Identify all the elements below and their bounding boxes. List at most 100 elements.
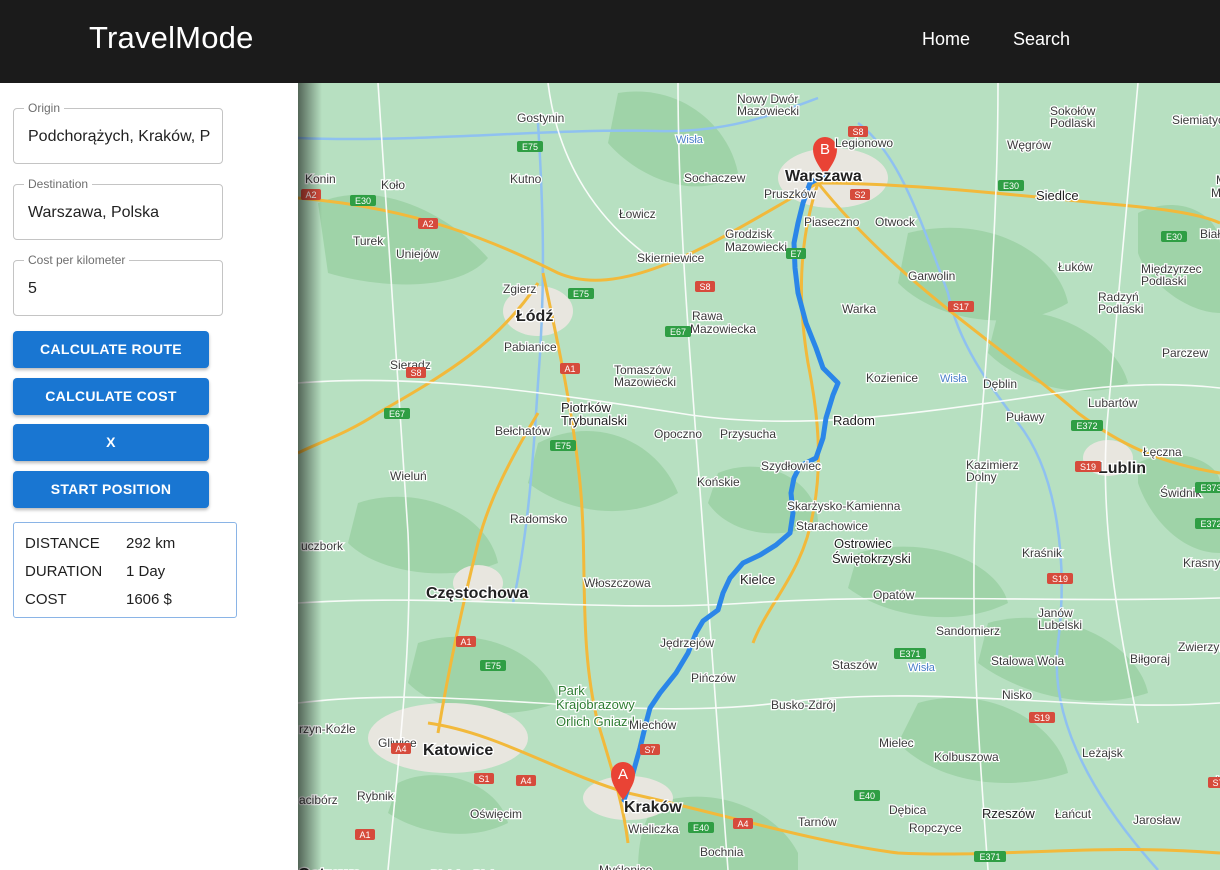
road-shield: S7	[1208, 777, 1220, 788]
map-city-label: Biała Po	[1200, 227, 1220, 241]
map-canvas[interactable]: A B Nowy DwórMazowieckiGostynin SokołówPo…	[298, 83, 1220, 870]
road-shield: E75	[550, 440, 576, 451]
map-city-label: Kutno	[510, 172, 542, 186]
map-city-label: Lublin	[1098, 460, 1146, 477]
origin-marker-label: A	[618, 766, 628, 783]
map-city-label: Radomsko	[510, 512, 568, 526]
road-shield-label: E75	[522, 142, 538, 152]
origin-field[interactable]: Origin Podchorążych, Kraków, P	[13, 101, 223, 164]
map-city-label: Myślenice	[599, 863, 653, 870]
map-city-label: Podlaski	[1050, 116, 1095, 130]
map-city-label: Pabianice	[504, 340, 557, 354]
map-city-label: Garwolin	[908, 269, 955, 283]
map-city-label: Legionowo	[835, 136, 893, 150]
road-shield-label: S19	[1080, 462, 1096, 472]
map-city-label: Mielec	[879, 736, 914, 750]
destination-field[interactable]: Destination Warszawa, Polska	[13, 177, 223, 240]
road-shield: E75	[568, 288, 594, 299]
map-city-label: Skierniewice	[637, 251, 705, 265]
road-shield: S8	[695, 281, 715, 292]
road-shield-label: A1	[359, 830, 370, 840]
duration-value: 1 Day	[126, 563, 166, 580]
road-shield: E75	[517, 141, 543, 152]
road-shield-label: S8	[410, 368, 421, 378]
start-position-button[interactable]: START POSITION	[13, 471, 209, 508]
road-shield: E40	[688, 822, 714, 833]
top-app-bar: TravelMode Home Search	[0, 0, 1220, 83]
cost-per-km-input[interactable]: 5	[28, 278, 214, 300]
map-city-label: Łowicz	[619, 207, 656, 221]
nav-home-link[interactable]: Home	[922, 28, 970, 50]
road-shield: E7	[786, 248, 806, 259]
map-city-label: Pruszków	[764, 187, 816, 201]
cost-value: 1606 $	[126, 591, 172, 608]
map-city-label: Dęblin	[983, 377, 1017, 391]
map-city-label: Mińsk	[1216, 173, 1220, 187]
map-city-label: Piaseczno	[804, 215, 860, 229]
map-city-label: Nisko	[1002, 688, 1032, 702]
road-shield: E30	[998, 180, 1024, 191]
road-shield: E371	[894, 648, 926, 659]
map-city-label: Kozienice	[866, 371, 918, 385]
road-shield-label: S7	[644, 745, 655, 755]
map-city-label: Tarnów	[798, 815, 837, 829]
road-shield-label: A4	[520, 776, 531, 786]
map-city-label: Lubelski	[1038, 618, 1082, 632]
map-city-label: Pińczów	[691, 671, 736, 685]
road-shield-label: E372	[1200, 519, 1220, 529]
map-city-label: Dębica	[889, 803, 927, 817]
road-shield: A1	[456, 636, 476, 647]
map-city-label: Podlaski	[1098, 302, 1143, 316]
map-city-label: Zwierzyniec	[1178, 640, 1220, 654]
origin-input[interactable]: Podchorążych, Kraków, P	[28, 126, 214, 148]
route-summary-box: DISTANCE 292 km DURATION 1 Day COST 1606…	[13, 522, 237, 618]
map-city-label: Krajobrazowy	[556, 697, 635, 712]
map-city-label: Wisła	[940, 373, 968, 385]
road-shield: E371	[974, 851, 1006, 862]
road-shield: S8	[406, 367, 426, 378]
map-city-label: Otwock	[875, 215, 916, 229]
map-city-label: Opatów	[873, 588, 915, 602]
road-shield: S17	[948, 301, 974, 312]
road-shield-label: E75	[485, 661, 501, 671]
map-city-label: Puławy	[1006, 410, 1045, 424]
nav-search-link[interactable]: Search	[1013, 28, 1070, 50]
map-city-label: Wisła	[908, 662, 936, 674]
map-city-label: Sochaczew	[684, 171, 746, 185]
route-map[interactable]: A B Nowy Dwór Mazowiecki Gostynin Sokołów Po…	[298, 83, 1220, 870]
map-city-label: Węgrów	[1007, 138, 1051, 152]
map-city-label: Bełchatów	[495, 424, 551, 438]
map-city-label: Skarżysko-Kamienna	[787, 499, 901, 513]
destination-marker-label: B	[820, 141, 830, 158]
road-shield: S2	[850, 189, 870, 200]
calculate-cost-button[interactable]: CALCULATE COST	[13, 378, 209, 415]
road-shield: E372	[1195, 518, 1220, 529]
destination-input[interactable]: Warszawa, Polska	[28, 202, 214, 224]
brand-logo[interactable]: TravelMode	[89, 20, 254, 56]
road-shield-label: A4	[737, 819, 748, 829]
road-shield-label: E373	[1200, 483, 1220, 493]
map-city-label: Miechów	[629, 718, 677, 732]
map-city-label: Grodzisk	[725, 227, 773, 241]
map-city-label: Park	[558, 683, 585, 698]
map-city-label: Lubartów	[1088, 396, 1138, 410]
calculate-route-button[interactable]: CALCULATE ROUTE	[13, 331, 209, 368]
road-shield-label: E67	[670, 327, 686, 337]
road-shield-label: E40	[859, 791, 875, 801]
road-shield: A2	[418, 218, 438, 229]
road-shield-label: A2	[422, 219, 433, 229]
map-city-label: Łódź	[516, 308, 553, 325]
map-city-label: Opoczno	[654, 427, 702, 441]
road-shield-label: A4	[395, 744, 406, 754]
map-city-label: Krasnyi	[1183, 556, 1220, 570]
road-shield: S1	[474, 773, 494, 784]
map-city-label: Jędrzejów	[660, 636, 714, 650]
road-shield: S7	[640, 744, 660, 755]
map-city-label: Mazowiecki	[737, 104, 799, 118]
map-city-label: Kraków	[624, 799, 682, 816]
clear-route-button[interactable]: X	[13, 424, 209, 461]
cost-per-km-field[interactable]: Cost per kilometer 5	[13, 253, 223, 316]
road-shield-label: S8	[852, 127, 863, 137]
road-shield: A1	[355, 829, 375, 840]
map-city-label: Mazowiecki	[725, 240, 787, 254]
